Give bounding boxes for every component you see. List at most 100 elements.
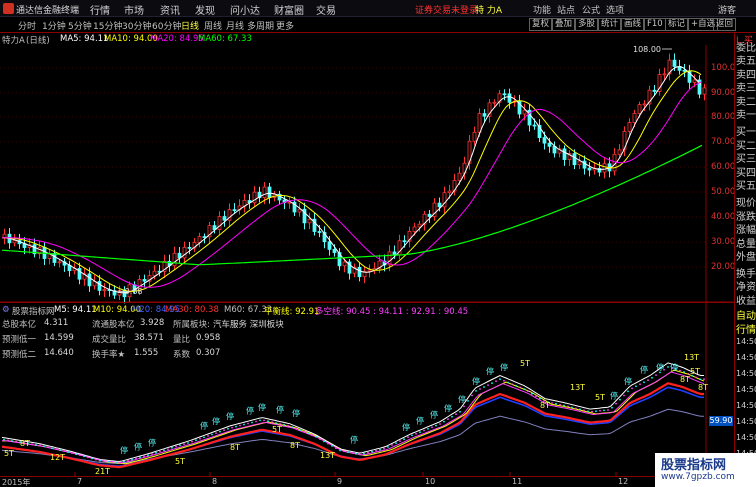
indicator-dot — [263, 419, 265, 422]
date-label-aug: 8 — [212, 477, 218, 486]
indicator-t-label: 13T — [570, 383, 585, 392]
sidebar-item-sell1[interactable]: 卖一 — [736, 106, 756, 121]
indicator-dot — [151, 453, 153, 455]
indicator-stop-mark: 停 — [416, 415, 424, 425]
info-pred-low1-label: 预测低一 — [2, 335, 37, 345]
candle-body — [577, 160, 582, 166]
sidebar-item-eps[interactable]: 收益 — [736, 292, 756, 307]
sidebar-item-pct[interactable]: 涨幅 — [736, 221, 756, 236]
candle-body — [12, 240, 17, 244]
indicator-dot — [471, 394, 473, 397]
tick-time-1: 14:50 — [736, 337, 756, 346]
indicator-dot — [559, 403, 561, 406]
tick-time-6: 14:50 — [736, 417, 756, 426]
candle-body — [662, 73, 667, 76]
sidebar-item-auto[interactable]: 自动 — [736, 307, 756, 322]
sidebar-item-buy3[interactable]: 买三 — [736, 150, 756, 165]
sidebar-item-buy1[interactable]: 买一 — [736, 123, 756, 138]
candle-body — [482, 113, 487, 117]
indicator-dot — [187, 442, 189, 444]
indicator-dot — [175, 445, 177, 448]
indicator-dot — [431, 426, 433, 429]
indicator-stop-mark: 停 — [444, 403, 452, 413]
indicator-dot — [227, 427, 229, 430]
candle-body — [357, 266, 362, 278]
indicator-dot — [411, 434, 413, 437]
indicator-dot — [519, 386, 521, 389]
candle-body — [692, 79, 697, 83]
info-sector-value: 汽车服务 深圳板块 — [213, 320, 284, 330]
ind-pingheng: 平衡线: 92.91 — [264, 307, 320, 317]
price-tick-50: 50.00 — [711, 187, 736, 197]
indicator-stop-mark: 停 — [610, 391, 618, 401]
indicator-name[interactable]: 股票指标网 — [12, 305, 55, 317]
info-total-shares-value: 4.311 — [44, 318, 69, 328]
candle-body — [327, 241, 332, 250]
indicator-dot — [111, 461, 113, 463]
indicator-dot — [343, 450, 345, 453]
indicator-dot — [295, 427, 297, 430]
indicator-dot — [283, 423, 285, 426]
indicator-stop-mark: 停 — [486, 366, 494, 376]
sidebar-item-sell5[interactable]: 卖五 — [736, 52, 756, 67]
indicator-stop-mark: 停 — [120, 445, 128, 455]
candle-body — [402, 240, 407, 243]
indicator-dot — [667, 366, 669, 368]
indicator-dot — [47, 446, 49, 449]
indicator-dot — [439, 423, 441, 425]
sidebar-item-sell3[interactable]: 卖三 — [736, 79, 756, 94]
indicator-dot — [467, 400, 469, 402]
candle-body — [412, 226, 417, 232]
indicator-dot — [631, 387, 633, 390]
candle-body — [267, 186, 272, 198]
indicator-dot — [119, 461, 121, 464]
indicator-dot — [639, 383, 641, 386]
sidebar-item-buy5[interactable]: 买五 — [736, 177, 756, 192]
indicator-dot — [191, 440, 193, 443]
indicator-dot — [87, 456, 89, 459]
candle-body — [457, 172, 462, 181]
indicator-dot — [531, 392, 533, 395]
indicator-dot — [419, 431, 421, 434]
info-volume-ratio-value: 38.571 — [134, 333, 164, 343]
indicator-dot — [179, 444, 181, 447]
kline-chart[interactable]: 108.00←9.885T8T12T21T5T8T5T8T13T5T8T13T5… — [0, 0, 734, 476]
indicator-dot — [15, 440, 17, 443]
candle-body — [232, 209, 237, 212]
sidebar-item-quote[interactable]: 行情 — [736, 321, 756, 336]
indicator-dot — [535, 395, 537, 397]
indicator-dot — [127, 459, 129, 462]
candle-body — [542, 137, 547, 144]
info-turnover-value: 1.555 — [134, 348, 159, 358]
candle-body — [477, 113, 482, 133]
indicator-dot — [399, 440, 401, 442]
indicator-dot — [103, 460, 105, 462]
indicator-dot — [303, 430, 305, 433]
tick-time-7: 14:50 — [736, 433, 756, 442]
sidebar-item-net-asset[interactable]: 净资 — [736, 278, 756, 293]
indicator-stop-mark: 停 — [670, 362, 678, 372]
candle-body — [392, 251, 397, 256]
sidebar-item-price[interactable]: 现价 — [736, 194, 756, 209]
indicator-gear-icon[interactable]: ⚙ — [2, 305, 10, 315]
candle-body — [672, 59, 677, 67]
indicator-dot — [115, 461, 117, 464]
indicator-dot — [635, 385, 637, 388]
candle-body — [142, 279, 147, 282]
tick-time-5: 14:50 — [736, 401, 756, 410]
candle-body — [617, 149, 622, 155]
sidebar-item-outer[interactable]: 外盘 — [736, 248, 756, 263]
candle-body — [57, 261, 62, 264]
indicator-dot — [91, 457, 93, 460]
ma5-line — [1, 66, 702, 294]
candle-body — [52, 253, 57, 263]
indicator-dot — [479, 388, 481, 390]
indicator-dot — [231, 426, 233, 429]
indicator-dot — [215, 432, 217, 434]
date-label-dec: 12 — [618, 477, 629, 486]
indicator-stop-mark: 停 — [624, 376, 632, 386]
price-tick-20: 20.00 — [711, 262, 736, 272]
indicator-dot — [43, 445, 45, 448]
indicator-t-label: 8T — [230, 443, 240, 452]
indicator-dot — [199, 437, 201, 440]
